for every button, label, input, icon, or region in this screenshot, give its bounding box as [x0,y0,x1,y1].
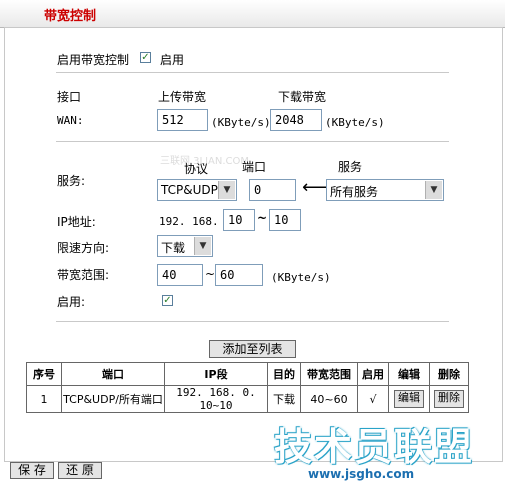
restore-button[interactable]: 还 原 [58,462,102,479]
service-value: 所有服务 [330,185,379,199]
upload-header: 上传带宽 [158,90,207,104]
wan-label: WAN: [57,114,84,127]
ip-to-input[interactable]: 10 [269,209,301,231]
divider [56,141,449,142]
divider [56,72,449,73]
ip-label: IP地址: [57,215,96,229]
chevron-down-icon: ▼ [425,181,442,199]
range-min-input[interactable]: 40 [157,264,203,286]
watermark-url: www.jsgho.com [308,467,415,481]
edit-button[interactable]: 编辑 [394,390,424,408]
table-row: 1 TCP&UDP/所有端口 192. 168. 0. 10~10 下载 40~… [26,385,469,413]
chevron-down-icon: ▼ [218,181,235,199]
service-select[interactable]: 所有服务 ▼ [326,179,444,201]
header-dest: 目的 [267,362,301,386]
service-label: 服务: [57,174,86,188]
header-ip: IP段 [164,362,268,386]
service-header: 服务 [338,160,363,174]
direction-value: 下载 [161,241,186,255]
arrow-left-icon: ⟵ [302,177,328,198]
rules-table: 序号 端口 IP段 目的 带宽范围 启用 编辑 删除 1 TCP&UDP/所有端… [26,362,469,413]
port-header: 端口 [242,160,267,174]
header-port: 端口 [61,362,165,386]
enable-checkbox-label: 启用 [160,53,185,67]
cell-dest: 下载 [267,385,301,413]
header-enabled: 启用 [357,362,389,386]
cell-port: TCP&UDP/所有端口 [61,385,165,413]
cell-enabled: √ [357,385,389,413]
range-unit: (KByte/s) [271,271,331,284]
interface-header: 接口 [57,90,82,104]
cell-edit: 编辑 [388,385,430,413]
download-header: 下载带宽 [278,90,327,104]
ip-from-input[interactable]: 10 [223,209,255,231]
watermark-logo: 技术员联盟 [274,425,475,469]
header-no: 序号 [26,362,62,386]
cell-delete: 删除 [429,385,469,413]
direction-label: 限速方向: [57,241,110,255]
ip-range-separator: ~ [257,211,268,225]
cell-ip: 192. 168. 0. 10~10 [164,385,268,413]
protocol-header: 协议 [184,162,209,176]
rule-enable-label: 启用: [57,295,86,309]
header-edit: 编辑 [388,362,430,386]
cell-range: 40~60 [300,385,358,413]
upload-unit: (KByte/s) [211,116,271,129]
divider [56,321,449,322]
chevron-down-icon: ▼ [194,237,211,255]
enable-bandwidth-label: 启用带宽控制 [57,53,130,67]
header-range: 带宽范围 [300,362,358,386]
protocol-value: TCP&UDP [161,183,218,197]
rule-enable-checkbox[interactable]: ✓ [162,295,173,306]
enable-bandwidth-checkbox[interactable]: ✓ [140,52,151,63]
upload-bandwidth-input[interactable]: 512 [157,109,208,131]
port-input[interactable]: 0 [249,179,296,201]
delete-button[interactable]: 删除 [434,390,464,408]
header-delete: 删除 [429,362,469,386]
add-to-list-button[interactable]: 添加至列表 [209,340,296,358]
cell-no: 1 [26,385,62,413]
range-label: 带宽范围: [57,268,110,282]
protocol-select[interactable]: TCP&UDP ▼ [157,179,237,201]
page-title: 带宽控制 [44,9,97,24]
save-button[interactable]: 保 存 [10,462,54,479]
download-unit: (KByte/s) [325,116,385,129]
range-separator: ~ [205,267,216,281]
download-bandwidth-input[interactable]: 2048 [270,109,322,131]
direction-select[interactable]: 下载 ▼ [157,235,213,257]
table-header-row: 序号 端口 IP段 目的 带宽范围 启用 编辑 删除 [26,362,469,386]
range-max-input[interactable]: 60 [215,264,263,286]
